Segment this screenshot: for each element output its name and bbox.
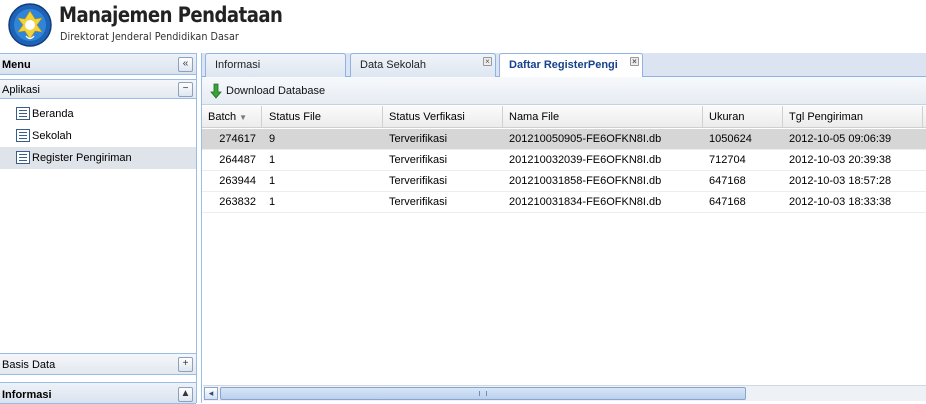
tree-item-label: Sekolah (32, 130, 72, 142)
leaf-icon (16, 151, 30, 164)
download-label: Download Database (226, 85, 326, 97)
cell-batch: 264487 (219, 154, 256, 166)
cell-tgl-pengiriman: 2012-10-03 20:39:38 (789, 154, 892, 166)
column-header-status-verifikasi[interactable]: Status Verfikasi (383, 106, 503, 128)
tab-informasi[interactable]: Informasi (205, 53, 346, 77)
tree-item-register-pengiriman[interactable]: Register Pengiriman (0, 147, 196, 169)
center-panel: Informasi Data Sekolah × Daftar Register… (201, 53, 926, 403)
table-row[interactable]: 264487 1 Terverifikasi 201210032039-FE6O… (202, 150, 926, 171)
cell-tgl-pengiriman: 2012-10-05 09:06:39 (789, 133, 892, 145)
basis-data-title: Basis Data (2, 359, 56, 371)
cell-ukuran: 1050624 (709, 133, 752, 145)
cell-nama-file: 201210031834-FE6OFKN8I.db (509, 196, 662, 208)
leaf-icon (16, 129, 30, 142)
cell-status-verifikasi: Terverifikasi (389, 133, 448, 145)
app-header: Manajemen Pendataan Direktorat Jenderal … (0, 0, 926, 50)
cell-status-file: 9 (269, 133, 276, 145)
cell-batch: 274617 (219, 133, 256, 145)
column-header-nama-file[interactable]: Nama File (503, 106, 703, 128)
collapse-minus-icon[interactable]: − (178, 82, 193, 97)
aplikasi-header[interactable]: Aplikasi − (0, 79, 196, 99)
download-database-button[interactable]: Download Database (208, 81, 325, 101)
cell-nama-file: 201210050905-FE6OFKN8I.db (509, 133, 662, 145)
cell-status-file: 1 (269, 196, 276, 208)
column-header-status-file[interactable]: Status File (263, 106, 383, 128)
collapse-left-icon[interactable]: « (178, 57, 193, 72)
scrollbar-thumb[interactable] (220, 387, 746, 400)
cell-status-verifikasi: Terverifikasi (389, 175, 448, 187)
cell-batch: 263944 (219, 175, 256, 187)
leaf-icon (16, 107, 30, 120)
informasi-title: Informasi (2, 389, 52, 401)
cell-tgl-pengiriman: 2012-10-03 18:33:38 (789, 196, 892, 208)
cell-ukuran: 712704 (709, 154, 746, 166)
menu-panel-header: Menu « (0, 53, 196, 75)
grip-icon (479, 391, 487, 396)
cell-ukuran: 647168 (709, 196, 746, 208)
expand-up-icon[interactable]: ▲ (178, 387, 193, 402)
download-arrow-icon (210, 83, 222, 99)
tree-item-beranda[interactable]: Beranda (0, 103, 196, 125)
west-panel: Menu « Aplikasi − Beranda Sekolah Regist… (0, 53, 197, 404)
column-header-ukuran[interactable]: Ukuran (703, 106, 783, 128)
tree-item-label: Beranda (32, 108, 74, 120)
horizontal-scrollbar[interactable]: ◂ (203, 385, 926, 401)
cell-tgl-pengiriman: 2012-10-03 18:57:28 (789, 175, 892, 187)
basis-data-header[interactable]: Basis Data + (0, 353, 196, 375)
scroll-left-icon[interactable]: ◂ (204, 387, 218, 400)
tab-label: Daftar RegisterPengi (509, 59, 618, 71)
navigation-tree: Beranda Sekolah Register Pengiriman (0, 103, 196, 169)
grid-toolbar: Download Database (202, 77, 926, 105)
informasi-panel-header[interactable]: Informasi ▲ (0, 382, 196, 404)
close-icon[interactable]: × (483, 57, 492, 66)
column-header-tgl-pengiriman[interactable]: Tgl Pengiriman (783, 106, 923, 128)
tab-data-sekolah[interactable]: Data Sekolah × (350, 53, 496, 77)
cell-status-file: 1 (269, 175, 276, 187)
tab-daftar-register[interactable]: Daftar RegisterPengi × (499, 53, 643, 78)
menu-title: Menu (2, 59, 31, 71)
aplikasi-title: Aplikasi (2, 84, 40, 96)
cell-nama-file: 201210032039-FE6OFKN8I.db (509, 154, 662, 166)
table-row[interactable]: 263832 1 Terverifikasi 201210031834-FE6O… (202, 192, 926, 213)
close-icon[interactable]: × (630, 57, 639, 66)
cell-nama-file: 201210031858-FE6OFKN8I.db (509, 175, 662, 187)
tut-wuri-handayani-logo (8, 3, 52, 47)
table-row[interactable]: 263944 1 Terverifikasi 201210031858-FE6O… (202, 171, 926, 192)
cell-status-file: 1 (269, 154, 276, 166)
cell-ukuran: 647168 (709, 175, 746, 187)
expand-plus-icon[interactable]: + (178, 357, 193, 372)
tree-item-sekolah[interactable]: Sekolah (0, 125, 196, 147)
cell-batch: 263832 (219, 196, 256, 208)
app-subtitle: Direktorat Jenderal Pendidikan Dasar (60, 30, 239, 43)
table-row[interactable]: 274617 9 Terverifikasi 201210050905-FE6O… (202, 129, 926, 150)
tree-item-label: Register Pengiriman (32, 152, 132, 164)
tab-label: Data Sekolah (360, 59, 427, 71)
cell-status-verifikasi: Terverifikasi (389, 196, 448, 208)
grid-body: 274617 9 Terverifikasi 201210050905-FE6O… (202, 129, 926, 213)
grid-header: Batch ▼ Status File Status Verfikasi Nama… (202, 106, 926, 128)
cell-status-verifikasi: Terverifikasi (389, 154, 448, 166)
tab-label: Informasi (215, 59, 261, 71)
column-header-batch[interactable]: Batch ▼ (202, 106, 262, 128)
tab-strip: Informasi Data Sekolah × Daftar Register… (202, 53, 926, 78)
app-title: Manajemen Pendataan (59, 3, 283, 27)
sort-desc-icon: ▼ (239, 113, 248, 122)
